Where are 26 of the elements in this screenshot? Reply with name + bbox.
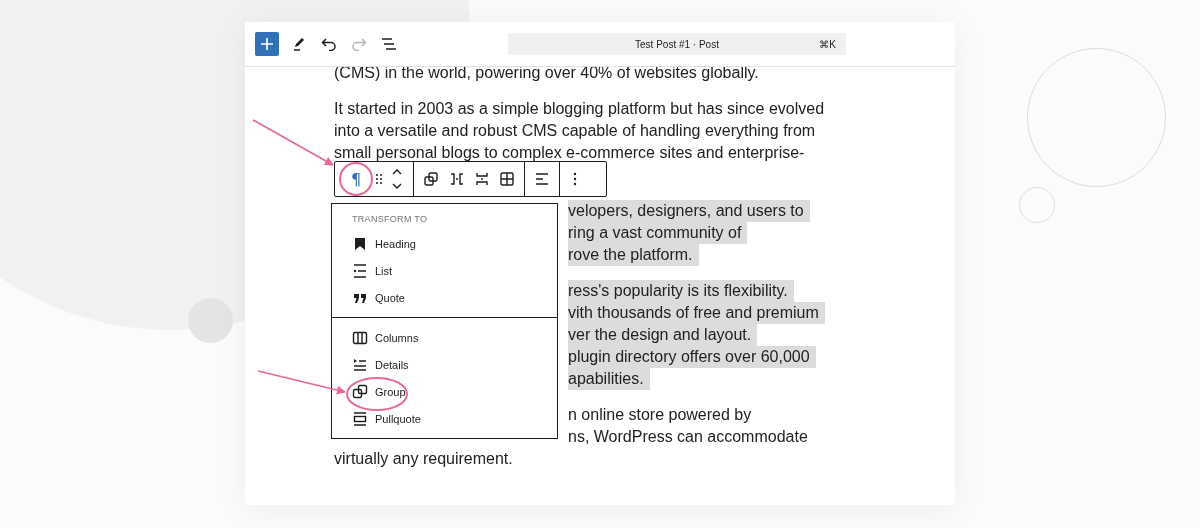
add-block-button[interactable] [255, 32, 279, 56]
details-icon [352, 356, 368, 373]
plus-icon [260, 37, 274, 51]
menu-item[interactable]: Details [332, 351, 557, 378]
paragraph-line: small personal blogs to complex e-commerce sites and enterprise- [334, 143, 805, 163]
shortcut-hint: ⌘K [819, 38, 836, 50]
paragraph-line: into a versatile and robust CMS capable of handling everything from [334, 121, 816, 141]
paragraph-line: virtually any requirement. [334, 449, 513, 469]
menu-item[interactable]: Pullquote [332, 405, 557, 432]
menu-item[interactable]: Quote [332, 284, 557, 311]
post-title: Test Post #1 · Post [635, 38, 719, 50]
paragraph-line: It started in 2003 as a simple blogging platform but has since evolved [334, 99, 825, 119]
menu-item[interactable]: Heading [332, 230, 557, 257]
columns-icon [352, 329, 368, 346]
menu-heading: TRANSFORM TO [351, 213, 429, 226]
menu-item[interactable]: Group [332, 378, 557, 405]
command-bar[interactable]: Test Post #1 · Post ⌘K [508, 33, 846, 55]
bookmark-icon [352, 235, 368, 252]
group-icon [352, 383, 368, 400]
paragraph-line: n online store powered by [568, 405, 752, 425]
list-icon [352, 262, 368, 279]
pullquote-icon [352, 410, 368, 427]
block-type-button[interactable]: ¶ [339, 162, 373, 196]
menu-item[interactable]: List [332, 257, 557, 284]
menu-item[interactable]: Columns [332, 324, 557, 351]
paragraph-line: ns, WordPress can accommodate [568, 427, 808, 447]
